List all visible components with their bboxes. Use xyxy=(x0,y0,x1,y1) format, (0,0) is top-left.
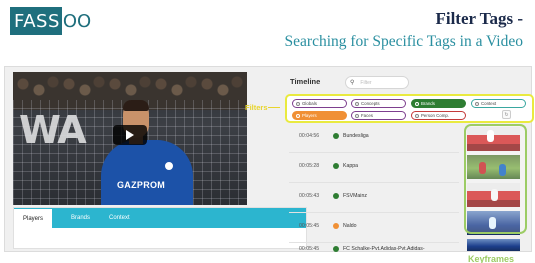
chip-label: Faces xyxy=(361,113,373,118)
slide-title: Filter Tags - xyxy=(435,9,523,28)
player-hair xyxy=(123,100,149,111)
refresh-icon: ↻ xyxy=(504,111,509,118)
filter-chip-brands[interactable]: Brands xyxy=(411,99,466,108)
row-time: 00:05:43 xyxy=(299,193,320,199)
timeline-label: Timeline xyxy=(290,77,321,86)
search-icon: ⚲ xyxy=(350,80,355,86)
filters-callout-line xyxy=(268,107,280,108)
keyframe-thumbnail[interactable] xyxy=(467,239,520,251)
row-tag-name: FSVMainz xyxy=(343,193,367,199)
tabs-bar: Players Brands Context xyxy=(14,208,306,228)
tag-dot-icon xyxy=(333,133,339,139)
radio-icon xyxy=(296,101,300,106)
filters-callout: Filters xyxy=(245,103,268,112)
row-tag-name: Naldo xyxy=(343,223,357,229)
player-jersey xyxy=(101,140,193,205)
tag-dot-icon xyxy=(333,163,339,169)
fassoo-logo: FASS OO xyxy=(10,7,108,35)
tab-context[interactable]: Context xyxy=(100,208,139,228)
row-tag-name: FC Schalke-Pvt.Adidas-Pvt.Adidas- xyxy=(343,246,425,252)
filter-chip-faces[interactable]: Faces xyxy=(351,111,406,120)
video-player[interactable]: WA GAZPROM xyxy=(13,72,247,205)
logo-part-1: FASS xyxy=(10,7,62,35)
tag-dot-icon xyxy=(333,193,339,199)
tab-players[interactable]: Players xyxy=(14,209,53,228)
timeline-row[interactable]: 00:04:56 Bundesliga xyxy=(289,123,459,153)
row-time: 00:04:56 xyxy=(299,133,320,139)
filter-chip-concepts[interactable]: Concepts xyxy=(351,99,406,108)
row-tag-name: Kappa xyxy=(343,163,359,169)
tag-dot-icon xyxy=(333,223,339,229)
filter-chip-globals[interactable]: Globals xyxy=(292,99,347,108)
timeline-row[interactable]: 00:05:45 FC Schalke-Pvt.Adidas-Pvt.Adida… xyxy=(289,241,459,255)
radio-icon xyxy=(475,101,479,106)
chip-label: Players xyxy=(302,113,317,118)
filter-chip-person-comp[interactable]: Person Comp. xyxy=(411,111,466,120)
row-tag-name: Bundesliga xyxy=(343,133,369,139)
slide-subtitle: Searching for Specific Tags in a Video xyxy=(284,33,523,50)
chip-label: Context xyxy=(481,101,497,106)
row-time: 00:05:28 xyxy=(299,163,320,169)
filters-box: Globals Concepts Brands Context Players … xyxy=(285,94,534,123)
radio-icon xyxy=(415,113,419,118)
radio-icon xyxy=(355,101,359,106)
timeline-list: 00:04:56 Bundesliga 00:05:28 Kappa 00:05… xyxy=(289,123,459,253)
radio-icon xyxy=(415,101,419,106)
filter-chip-context[interactable]: Context xyxy=(471,99,526,108)
chip-label: Brands xyxy=(421,101,435,106)
play-button[interactable] xyxy=(113,125,147,145)
timeline-search-input[interactable]: ⚲ Filter xyxy=(345,76,409,89)
tab-brands[interactable]: Brands xyxy=(62,208,99,228)
logo-part-2: OO xyxy=(62,10,92,32)
timeline-row[interactable]: 00:05:45 Naldo xyxy=(289,213,459,243)
chip-label: Concepts xyxy=(361,101,380,106)
chip-label: Globals xyxy=(302,101,317,106)
filter-chip-players[interactable]: Players xyxy=(292,111,347,120)
jersey-sponsor: GAZPROM xyxy=(117,180,166,190)
tag-dot-icon xyxy=(333,246,339,252)
radio-icon xyxy=(296,113,300,118)
search-placeholder: Filter xyxy=(360,79,372,86)
play-icon xyxy=(126,130,134,140)
keyframes-callout: Keyframes xyxy=(468,254,515,263)
keyframes-highlight-box xyxy=(464,124,527,234)
tag-tabs-panel: Players Brands Context xyxy=(13,207,307,249)
row-time: 00:05:45 xyxy=(299,246,320,252)
chip-label: Person Comp. xyxy=(421,113,450,118)
radio-icon xyxy=(355,113,359,118)
timeline-row[interactable]: 00:05:28 Kappa xyxy=(289,153,459,183)
refresh-button[interactable]: ↻ xyxy=(502,110,511,119)
app-screenshot: WA GAZPROM Players Brands Context Timeli… xyxy=(4,66,534,253)
timeline-row[interactable]: 00:05:43 FSVMainz xyxy=(289,183,459,213)
club-crest-icon xyxy=(163,160,175,172)
row-time: 00:05:45 xyxy=(299,223,320,229)
